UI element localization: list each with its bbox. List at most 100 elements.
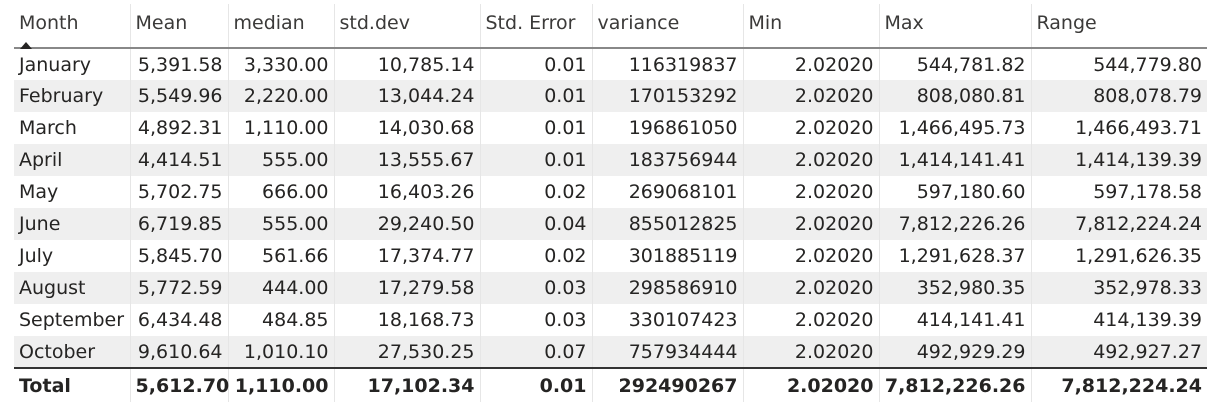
- column-header-label: Min: [748, 12, 783, 34]
- column-header-label: std.dev: [339, 12, 410, 34]
- cell-mean: 5,772.59: [130, 272, 229, 304]
- cell-min: 2.02020: [743, 48, 880, 80]
- cell-month: April: [14, 144, 131, 176]
- table-row[interactable]: May 5,702.75 666.00 16,403.26 0.02 269068101 2…: [14, 176, 1207, 208]
- column-header-label: Max: [884, 12, 924, 34]
- cell-variance: 170153292: [592, 80, 744, 112]
- cell-std-dev: 17,374.77: [334, 240, 481, 272]
- cell-variance: 330107423: [592, 304, 744, 336]
- cell-std-dev: 29,240.50: [334, 208, 481, 240]
- table-row[interactable]: August 5,772.59 444.00 17,279.58 0.03 2985869…: [14, 272, 1207, 304]
- table-row[interactable]: June 6,719.85 555.00 29,240.50 0.04 855012825…: [14, 208, 1207, 240]
- cell-mean: 6,719.85: [130, 208, 229, 240]
- cell-median: 1,010.10: [228, 336, 335, 368]
- cell-variance: 298586910: [592, 272, 744, 304]
- cell-median: 555.00: [228, 144, 335, 176]
- cell-range: 1,291,626.35: [1075, 245, 1202, 267]
- cell-min: 2.02020: [743, 272, 880, 304]
- cell-mean: 9,610.64: [130, 336, 229, 368]
- cell-variance: 855012825: [592, 208, 744, 240]
- cell-month: July: [14, 240, 131, 272]
- total-cell-std-error: 0.01: [480, 368, 593, 402]
- cell-std-dev: 18,168.73: [334, 304, 481, 336]
- cell-max: 7,812,226.26: [879, 208, 1032, 240]
- cell-variance: 116319837: [592, 48, 744, 80]
- cell-range: 352,978.33: [1031, 272, 1207, 304]
- cell-min: 2.02020: [743, 304, 880, 336]
- cell-min: 2.02020: [743, 80, 880, 112]
- cell-mean: 5,845.70: [130, 240, 229, 272]
- column-header-month[interactable]: Month: [14, 4, 131, 49]
- cell-min: 2.02020: [743, 144, 880, 176]
- cell-min: 2.02020: [743, 336, 880, 368]
- column-header-median[interactable]: median: [228, 4, 335, 48]
- cell-mean: 4,892.31: [130, 112, 229, 144]
- column-header-mean[interactable]: Mean: [130, 4, 229, 48]
- cell-max: 544,781.82: [879, 48, 1032, 80]
- cell-median: 2,220.00: [228, 80, 335, 112]
- table-row[interactable]: September 6,434.48 484.85 18,168.73 0.03 3301…: [14, 304, 1207, 336]
- total-row: Total 5,612.70 1,110.00 17,102.34 0.01 292490…: [14, 368, 1207, 402]
- cell-median: 444.00: [228, 272, 335, 304]
- total-cell-mean: 5,612.70: [130, 368, 229, 402]
- cell-range: 414,139.39: [1093, 309, 1202, 331]
- cell-std-error: 0.01: [480, 80, 593, 112]
- cell-median: 666.00: [228, 176, 335, 208]
- total-cell-std-dev: 17,102.34: [334, 368, 481, 402]
- table-row[interactable]: July 5,845.70 561.66 17,374.77 0.02 301885119…: [14, 240, 1207, 272]
- cell-std-error: 0.01: [480, 112, 593, 144]
- table-row[interactable]: March 4,892.31 1,110.00 14,030.68 0.01 196861…: [14, 112, 1207, 144]
- cell-month: June: [14, 208, 131, 240]
- cell-range: 1,466,493.71: [1075, 117, 1202, 139]
- cell-month: September: [14, 304, 131, 336]
- column-header-range[interactable]: Range: [1031, 4, 1207, 48]
- cell-std-error: 0.02: [480, 176, 593, 208]
- cell-median: 555.00: [228, 208, 335, 240]
- table-row[interactable]: April 4,414.51 555.00 13,555.67 0.01 18375694…: [14, 144, 1207, 176]
- cell-max: 1,291,628.37: [879, 240, 1032, 272]
- cell-median: 3,330.00: [228, 48, 335, 80]
- header-row: Month Mean median std.dev Std. Error var…: [14, 4, 1207, 49]
- cell-max: 1,414,141.41: [879, 144, 1032, 176]
- cell-range: 544,779.80: [1093, 53, 1202, 76]
- cell-std-error: 0.07: [480, 336, 593, 368]
- column-header-label: Range: [1036, 12, 1097, 34]
- column-header-label: Mean: [135, 12, 188, 34]
- cell-std-error: 0.02: [480, 240, 593, 272]
- cell-mean: 6,434.48: [130, 304, 229, 336]
- cell-range: 597,178.58: [1093, 181, 1202, 203]
- total-cell-range: 7,812,224.24: [1061, 374, 1202, 397]
- column-header-variance[interactable]: variance: [592, 4, 744, 48]
- cell-variance: 269068101: [592, 176, 744, 208]
- column-header-label: variance: [597, 12, 680, 34]
- column-header-label: Month: [19, 12, 79, 34]
- cell-max: 1,466,495.73: [879, 112, 1032, 144]
- table-row[interactable]: January 5,391.58 3,330.00 10,785.14 0.01 1163…: [14, 48, 1207, 80]
- table-row[interactable]: February 5,549.96 2,220.00 13,044.24 0.01 170…: [14, 80, 1207, 112]
- cell-variance: 196861050: [592, 112, 744, 144]
- cell-std-error: 0.04: [480, 208, 593, 240]
- cell-std-dev: 17,279.58: [334, 272, 481, 304]
- cell-std-dev: 13,044.24: [334, 80, 481, 112]
- cell-std-dev: 14,030.68: [334, 112, 481, 144]
- cell-variance: 183756944: [592, 144, 744, 176]
- cell-mean: 5,549.96: [130, 80, 229, 112]
- cell-std-dev: 13,555.67: [334, 144, 481, 176]
- cell-range: 808,078.79: [1031, 80, 1207, 112]
- cell-min: 2.02020: [743, 208, 880, 240]
- column-header-label: Std. Error: [485, 12, 576, 34]
- column-header-std-dev[interactable]: std.dev: [334, 4, 481, 48]
- cell-std-dev: 10,785.14: [334, 48, 481, 80]
- cell-mean: 5,391.58: [130, 48, 229, 80]
- cell-min: 2.02020: [743, 112, 880, 144]
- cell-std-error: 0.01: [480, 48, 593, 80]
- statistics-table: Month Mean median std.dev Std. Error var…: [14, 4, 1207, 402]
- table-row[interactable]: October 9,610.64 1,010.10 27,530.25 0.07 7579…: [14, 336, 1207, 368]
- cell-range: 492,927.27: [1031, 336, 1207, 368]
- cell-min: 2.02020: [743, 176, 880, 208]
- column-header-std-error[interactable]: Std. Error: [480, 4, 593, 48]
- column-header-max[interactable]: Max: [879, 4, 1032, 48]
- column-header-min[interactable]: Min: [743, 4, 880, 48]
- cell-median: 1,110.00: [228, 112, 335, 144]
- cell-month: February: [14, 80, 131, 112]
